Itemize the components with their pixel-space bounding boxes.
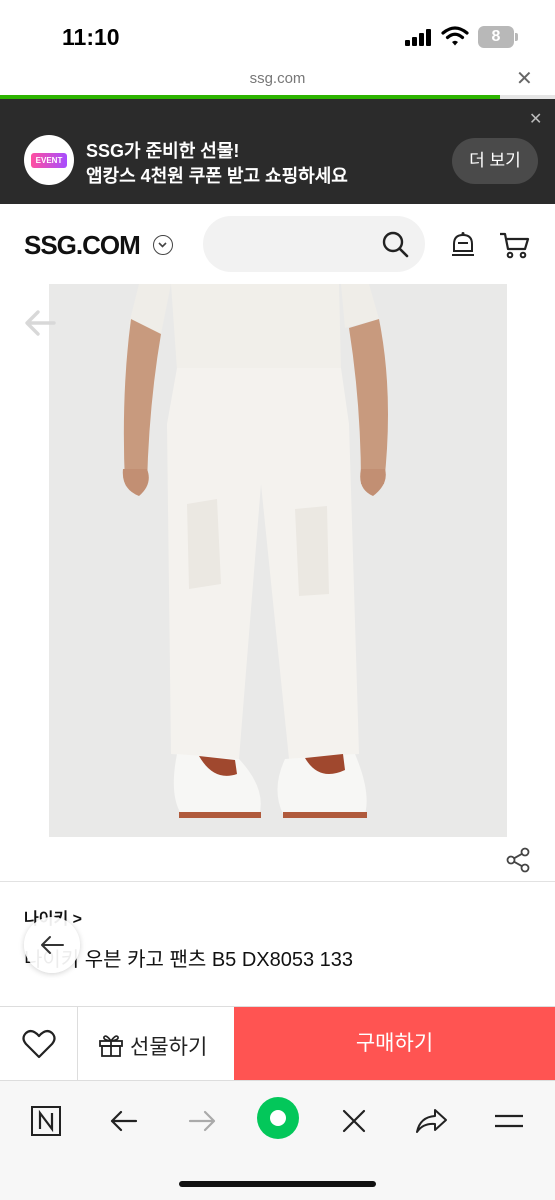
green-dot-icon[interactable] [256, 1096, 300, 1140]
promo-close-icon[interactable]: ✕ [529, 109, 542, 129]
battery-level: 8 [478, 26, 514, 48]
arrow-left-icon [41, 936, 64, 954]
event-badge-text: EVENT [31, 153, 67, 168]
site-header: SSG.COM [0, 204, 555, 284]
product-image[interactable] [49, 284, 507, 837]
forward-arrow-icon[interactable] [182, 1101, 222, 1141]
search-input[interactable] [203, 216, 425, 272]
share-arrow-icon[interactable] [411, 1101, 451, 1141]
promo-more-button[interactable]: 더 보기 [452, 138, 538, 184]
close-icon[interactable] [334, 1101, 374, 1141]
gift-icon [99, 1035, 123, 1057]
product-photo [49, 284, 507, 837]
like-button[interactable] [0, 1007, 78, 1081]
wifi-icon [441, 26, 469, 46]
back-arrow-icon[interactable] [104, 1101, 144, 1141]
cellular-signal-icon [405, 28, 433, 46]
battery-icon: 8 [478, 26, 518, 48]
close-icon[interactable]: ✕ [516, 66, 533, 91]
heart-icon [22, 1029, 56, 1059]
gift-button-label: 선물하기 [130, 1036, 208, 1059]
naver-home-icon[interactable] [26, 1101, 66, 1141]
menu-icon[interactable] [489, 1101, 529, 1141]
cart-icon[interactable] [499, 231, 531, 259]
promo-subtitle: 앱캉스 4천원 쿠폰 받고 쇼핑하세요 [86, 166, 348, 186]
chatbot-icon[interactable] [449, 231, 477, 259]
ssg-logo[interactable]: SSG.COM [24, 230, 141, 261]
url-text[interactable]: ssg.com [0, 70, 555, 87]
event-badge-icon: EVENT [24, 135, 74, 185]
gift-button[interactable]: 선물하기 [78, 1007, 234, 1081]
home-indicator [179, 1181, 376, 1187]
url-bar[interactable]: ssg.com ✕ [0, 66, 555, 96]
image-prev-arrow-icon[interactable] [22, 305, 58, 341]
divider [0, 881, 555, 882]
promo-banner[interactable]: EVENT SSG가 준비한 선물! 앱캉스 4천원 쿠폰 받고 쇼핑하세요 더… [0, 99, 555, 204]
status-time: 11:10 [62, 24, 120, 50]
share-icon[interactable] [504, 846, 532, 874]
status-bar: 11:10 8 [0, 0, 555, 66]
promo-title: SSG가 준비한 선물! [86, 141, 240, 161]
chevron-down-icon[interactable] [153, 235, 173, 255]
back-button[interactable] [24, 917, 80, 973]
buy-button[interactable]: 구매하기 [234, 1007, 555, 1081]
search-icon[interactable] [381, 230, 409, 258]
purchase-action-bar: 선물하기 구매하기 [0, 1006, 555, 1081]
